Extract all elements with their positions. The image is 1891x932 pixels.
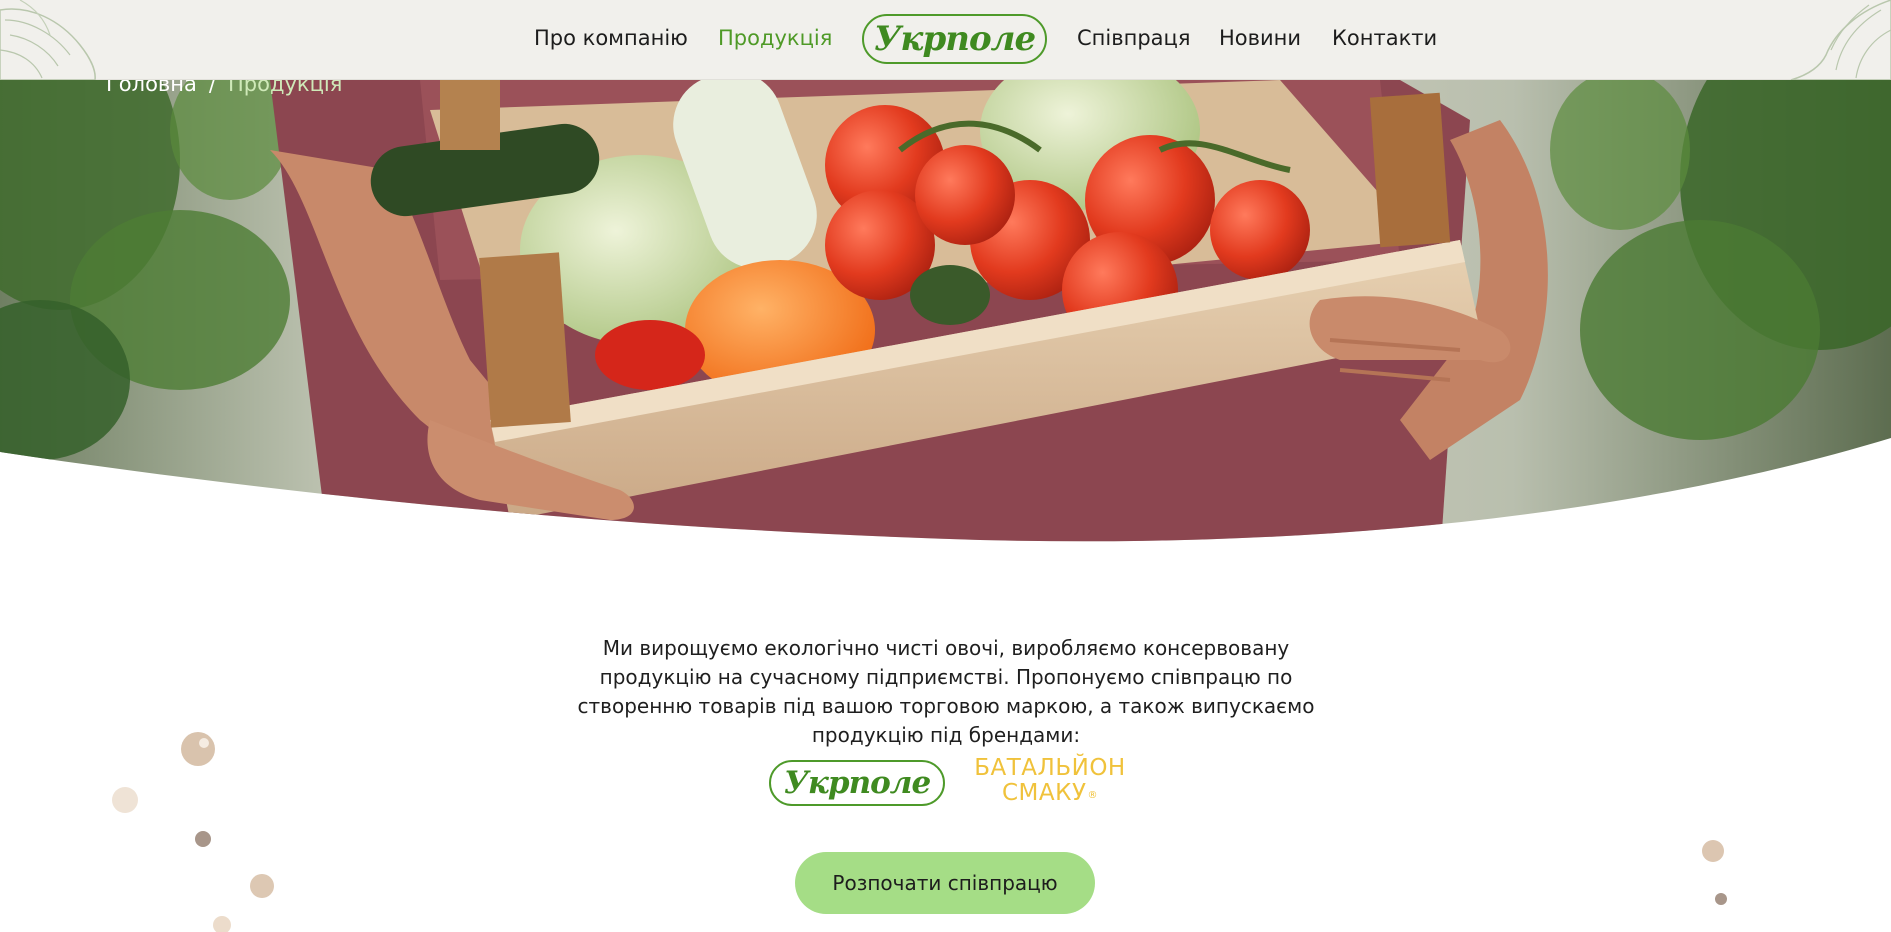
- site-logo[interactable]: Укрполе: [862, 14, 1047, 64]
- leaf-decoration-icon: [1790, 0, 1891, 80]
- bubble-decoration: [112, 732, 1727, 932]
- registered-mark: ®: [1087, 790, 1098, 801]
- intro-text: Ми вирощуємо екологічно чисті овочі, вир…: [577, 636, 1315, 747]
- leaf-decoration-icon: [0, 0, 96, 80]
- nav-products[interactable]: Продукція: [718, 24, 832, 52]
- nav-about[interactable]: Про компанію: [534, 24, 688, 52]
- nav-news[interactable]: Новини: [1219, 24, 1301, 52]
- brand-battalion-line2: СМАКУ: [1002, 780, 1087, 806]
- brand-ukrpole-text: Укрполе: [783, 764, 931, 801]
- nav-cooperation[interactable]: Співпраця: [1077, 24, 1190, 52]
- nav-contacts[interactable]: Контакти: [1332, 24, 1437, 52]
- brand-battalion-line1: БАТАЛЬЙОН: [974, 755, 1126, 781]
- brand-battalion-line2-wrap: СМАКУ®: [970, 781, 1130, 806]
- start-cooperation-button[interactable]: Розпочати співпрацю: [795, 852, 1095, 914]
- brand-battalion-logo[interactable]: БАТАЛЬЙОН СМАКУ®: [970, 756, 1130, 812]
- page: Про компанію Продукція Укрполе Співпраця…: [0, 0, 1891, 932]
- logo-text: Укрполе: [873, 19, 1036, 59]
- site-header: Про компанію Продукція Укрполе Співпраця…: [0, 0, 1891, 80]
- brand-ukrpole-logo[interactable]: Укрполе: [769, 760, 945, 806]
